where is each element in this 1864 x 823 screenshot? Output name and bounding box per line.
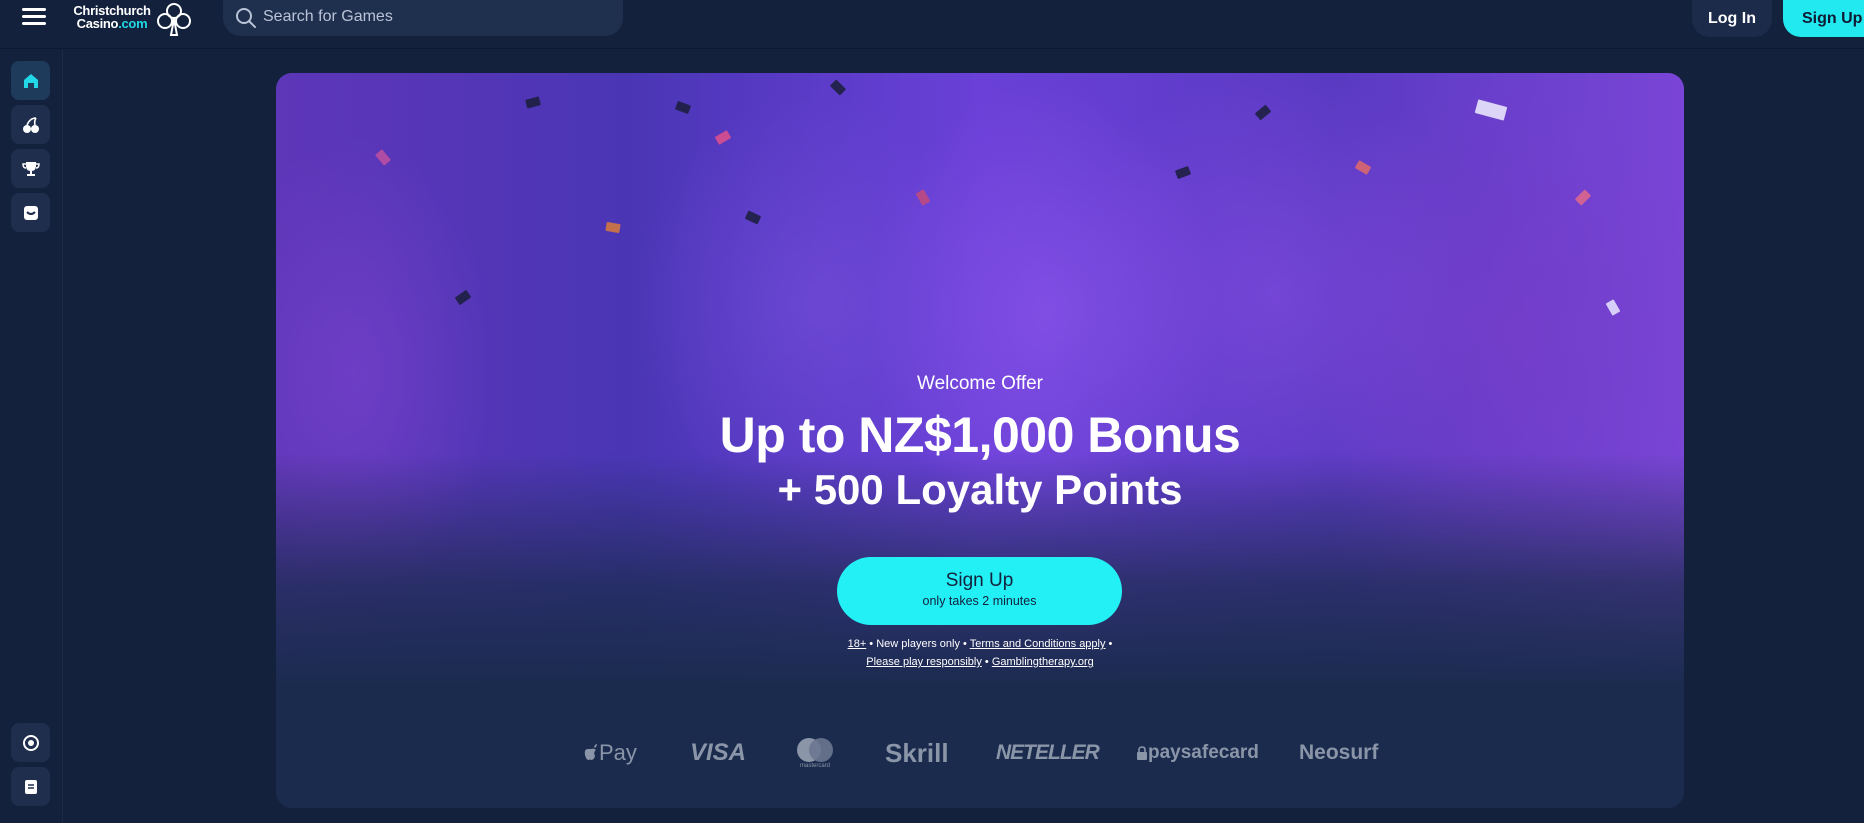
skrill-logo: Skrill <box>885 737 949 768</box>
loyalty-points-headline: + 500 Loyalty Points <box>777 466 1183 513</box>
sidebar-item-promotions[interactable] <box>11 193 50 232</box>
neosurf-logo: Neosurf <box>1299 741 1379 764</box>
gambling-therapy-link[interactable]: Gamblingtherapy.org <box>992 656 1094 668</box>
support-icon <box>22 734 39 751</box>
top-bar: Christchurch Casino.com Log In Sign Up <box>0 0 1864 49</box>
cta-sublabel: only takes 2 minutes <box>922 594 1037 608</box>
visa-logo: VISA <box>690 739 747 766</box>
login-button[interactable]: Log In <box>1692 0 1772 37</box>
age-restriction-link[interactable]: 18+ <box>848 638 867 650</box>
gift-icon <box>23 205 38 220</box>
apple-icon <box>584 744 597 760</box>
search-input[interactable] <box>263 0 603 34</box>
sidebar-item-casino[interactable] <box>11 105 50 144</box>
club-icon <box>157 3 191 36</box>
casino-logo[interactable]: Christchurch Casino.com <box>70 2 192 36</box>
paysafecard-logo: paysafecard <box>1136 733 1259 773</box>
sidebar-item-tournaments[interactable] <box>11 149 50 188</box>
bonus-headline: Up to NZ$1,000 Bonus <box>719 407 1241 463</box>
sidebar <box>0 50 63 823</box>
sidebar-item-terms[interactable] <box>11 767 50 806</box>
welcome-offer-label: Welcome Offer <box>916 373 1043 394</box>
payment-methods: Pay VISA mastercard Skrill NETELLER pays… <box>276 733 1684 773</box>
applepay-logo: Pay <box>583 733 637 773</box>
search-icon <box>236 8 256 28</box>
home-icon <box>23 73 38 88</box>
offer-text: Welcome Offer Up to NZ$1,000 Bonus + 500… <box>276 373 1684 515</box>
terms-link[interactable]: Terms and Conditions apply <box>970 638 1106 650</box>
sidebar-item-home[interactable] <box>11 61 50 100</box>
cta-label: Sign Up <box>945 570 1014 591</box>
legal-disclaimer: 18+ • New players only • Terms and Condi… <box>847 638 1113 668</box>
document-icon <box>24 779 37 794</box>
logo-text: Christchurch Casino.com <box>73 3 151 31</box>
trophy-icon <box>21 161 40 176</box>
welcome-offer-banner: Welcome Offer Up to NZ$1,000 Bonus + 500… <box>276 73 1684 808</box>
responsible-gambling-link[interactable]: Please play responsibly <box>866 656 982 668</box>
neteller-logo: NETELLER <box>996 741 1100 764</box>
search-bar[interactable] <box>223 0 623 36</box>
mastercard-icon <box>797 738 833 762</box>
mastercard-logo: mastercard <box>794 733 836 773</box>
menu-icon[interactable] <box>22 8 46 26</box>
hero-signup-button[interactable]: Sign Up only takes 2 minutes <box>837 557 1122 625</box>
signup-button[interactable]: Sign Up <box>1783 0 1864 37</box>
lock-icon <box>1137 746 1147 760</box>
cherries-icon <box>22 116 39 133</box>
sidebar-item-support[interactable] <box>11 723 50 762</box>
